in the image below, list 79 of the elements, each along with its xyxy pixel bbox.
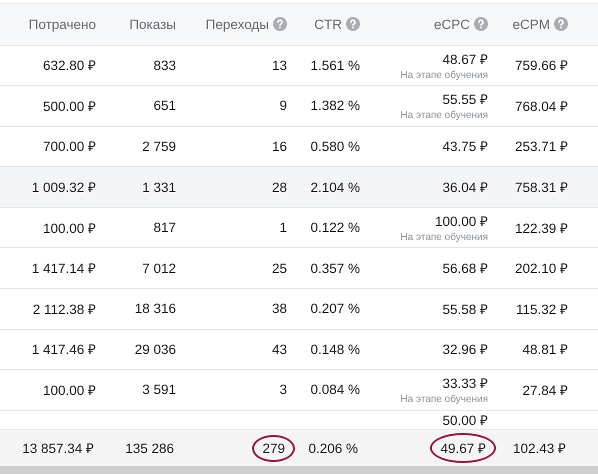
table-cell-text: 1 009.32 ₽ [32,179,96,196]
table-cell: 3 [279,382,287,398]
table-cell-text: 33.33 ₽ [442,375,488,392]
table-cell-text: 1 417.46 ₽ [32,341,96,358]
table-cell: 0.148 % [310,342,360,357]
table-cell: 25 [272,260,287,276]
table-cell-text: 253.71 ₽ [514,138,568,156]
table-cell-text: 50.00 ₽ [442,412,488,430]
table-cell: 3 591 [142,382,176,398]
learning-note: На этапе обучения [400,110,488,122]
table-cell-text: 122.39 ₽ [514,220,568,237]
table-cell: 0.357 % [310,260,360,276]
total-cell-text: 0.206 % [307,440,359,458]
table-cell: 13 [272,58,287,73]
help-icon[interactable] [346,17,360,32]
column-header[interactable]: Потрачено [28,16,96,32]
table-row[interactable]: 700.00 ₽ 2 759 16 0.580 % 43.75 ₽ 253.71 ₽ [0,126,598,168]
circled-total: 49.67 ₽ [430,433,496,464]
table-cell-text: 115.32 ₽ [516,300,568,318]
help-icon[interactable] [273,17,287,32]
learning-note: На этапе обучения [400,232,488,244]
table-cell: 817 [153,220,176,236]
help-icon[interactable] [474,17,488,32]
learning-note: На этапе обучения [400,70,488,81]
table-cell-text: 43.75 ₽ [442,138,488,156]
table-cell: 651 [153,98,176,114]
table-cell: 2.104 % [310,180,360,195]
table-cell: 18 316 [134,301,176,316]
table-cell-text: 48.81 ₽ [522,341,568,358]
table-cell-text: 36.04 ₽ [442,179,488,196]
learning-note: На этапе обучения [400,394,488,406]
total-cell-text: 135 286 [124,440,175,458]
table-cell: 38 [272,301,287,316]
table-cell: 7 012 [142,260,176,276]
table-cell: 2 759 [142,138,176,154]
total-cell-text: 13 857.34 ₽ [21,440,95,458]
table-cell: 43 [272,342,287,357]
table-cell-text: 55.55 ₽ [442,91,488,108]
table-cell-text: 55.58 ₽ [442,300,488,318]
column-header[interactable]: Переходы [206,16,269,32]
table-cell: 28 [272,180,287,195]
table-cell: 0.084 % [310,382,360,398]
column-header[interactable]: eCPM [512,16,550,32]
table-cell: 0.122 % [310,220,360,236]
table-cell-text: 100.00 ₽ [42,220,96,237]
table-cell-text: 48.67 ₽ [442,50,488,68]
table-cell-text: 768.04 ₽ [514,98,568,115]
table-cell: 1 331 [142,180,176,195]
table-cell: 1.382 % [310,98,360,114]
total-cell-text: 102.43 ₽ [512,440,567,458]
table-cell-text: 500.00 ₽ [42,98,96,115]
table-cell: 29 036 [134,342,176,357]
table-cell: 0.207 % [310,301,360,316]
table-cell-text: 758.31 ₽ [514,179,568,196]
column-header[interactable]: CTR [314,16,342,32]
table-cell-text: 100.00 ₽ [42,382,96,399]
table-cell-text: 100.00 ₽ [434,213,488,230]
table-cell-text: 700.00 ₽ [42,138,96,156]
table-cell: 16 [272,138,287,154]
table-cell-text: 27.84 ₽ [522,382,568,399]
table-row[interactable]: 1 417.46 ₽ 29 036 43 0.148 % 32.96 ₽ 48.81 ₽ [0,330,598,370]
table-cell: 833 [153,58,176,73]
column-header[interactable]: Показы [129,16,176,32]
table-cell-text: 632.80 ₽ [42,57,96,74]
help-icon[interactable] [554,17,568,32]
table-cell: 1 [279,220,287,236]
table-cell-text: 2 112.38 ₽ [32,300,96,318]
table-row[interactable]: 632.80 ₽ 833 13 1.561 % 48.67 ₽ На этапе обучения 759.66 ₽ [0,46,598,86]
column-header[interactable]: eCPC [434,16,470,32]
table-cell-text: 759.66 ₽ [514,57,568,74]
table-cell-text: 32.96 ₽ [442,341,488,358]
table-row[interactable]: 1 009.32 ₽ 1 331 28 2.104 % 36.04 ₽ 758.31 ₽ [0,167,598,208]
table-cell-text: 1 417.14 ₽ [32,260,96,278]
table-cell-text: 56.68 ₽ [442,260,488,278]
table-cell: 9 [279,98,287,114]
circled-total: 279 [252,434,295,462]
table-cell-text: 202.10 ₽ [514,260,568,278]
table-cell: 1.561 % [310,58,360,73]
table-cell: 0.580 % [310,138,360,154]
